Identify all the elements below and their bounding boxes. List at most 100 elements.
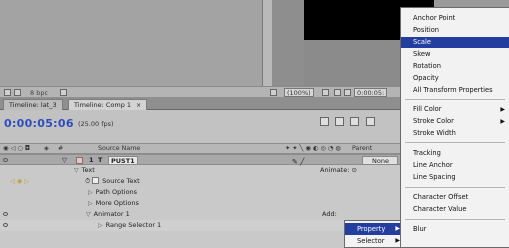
layer-column-header: ◉ ◁ ○ ◘ ◈ # Source Name ✦ ✦ ╲ ◉ ◐ ◎ ◔ ◍ …	[0, 143, 400, 154]
comp-mini-flowchart-icon[interactable]	[320, 117, 329, 126]
more-options-row[interactable]: ▷ More Options	[0, 198, 400, 209]
menu-separator	[405, 219, 505, 220]
layer-row[interactable]: ▽ 1 T PUST1 ✎ ╱ None	[0, 154, 400, 166]
layer-label-color[interactable]	[76, 157, 83, 164]
grid-icon[interactable]	[334, 89, 341, 96]
tab-timeline-comp1[interactable]: Timeline: Comp 1 ×	[68, 99, 148, 110]
expand-triangle-icon[interactable]: ▷	[88, 198, 93, 209]
more-options-label: More Options	[95, 199, 139, 207]
add-label[interactable]: Add:	[322, 210, 337, 218]
menu-item-label: Opacity	[413, 74, 439, 82]
expand-triangle-icon[interactable]: ▷	[98, 220, 103, 231]
menu-item-stroke-width[interactable]: Stroke Width	[401, 128, 509, 139]
monitor-icon[interactable]	[270, 89, 277, 96]
close-icon[interactable]: ×	[136, 102, 141, 109]
collapse-triangle-icon[interactable]: ▽	[86, 209, 91, 220]
menu-item-label: Skew	[413, 50, 431, 58]
menu-item-label: Property	[357, 225, 386, 233]
menu-item-label: Tracking	[413, 149, 441, 157]
av-features-icon[interactable]: ◉ ◁ ○ ◘	[3, 145, 30, 152]
menu-item-label: All Transform Properties	[413, 86, 493, 94]
zoom-chevron-icon[interactable]	[322, 89, 329, 96]
menu-item-property[interactable]: Property ▶	[345, 223, 403, 235]
viewer-left-panel	[0, 0, 263, 88]
number-column[interactable]: #	[58, 145, 63, 152]
tab-label: Timeline: Comp 1	[74, 101, 132, 109]
menu-item-opacity[interactable]: Opacity	[401, 73, 509, 84]
menu-item-scale[interactable]: Scale	[401, 37, 509, 48]
menu-item-skew[interactable]: Skew	[401, 49, 509, 60]
current-time-display[interactable]: 0:00:05:06	[4, 117, 74, 130]
selector-eye-icon[interactable]	[3, 223, 8, 227]
parent-value: None	[372, 157, 389, 165]
range-selector-label: Range Selector 1	[105, 221, 162, 229]
menu-item-label: Stroke Width	[413, 129, 456, 137]
switches-column-icon[interactable]: ✦ ✦ ╲ ◉ ◐ ◎ ◔ ◍	[285, 145, 341, 152]
submenu-arrow-icon: ▶	[500, 106, 505, 113]
menu-item-tracking[interactable]: Tracking	[401, 148, 509, 159]
path-options-row[interactable]: ▷ Path Options	[0, 187, 400, 198]
expand-triangle-icon[interactable]: ▷	[88, 187, 93, 198]
menu-item-label: Character Offset	[413, 193, 469, 201]
menu-item-selector[interactable]: Selector ▶	[345, 235, 403, 247]
parent-dropdown[interactable]: None	[362, 156, 398, 165]
menu-item-label: Line Spacing	[413, 173, 456, 181]
menu-item-stroke-color[interactable]: Stroke Color ▶	[401, 116, 509, 127]
menu-item-label: Scale	[413, 38, 431, 46]
menu-item-position[interactable]: Position	[401, 25, 509, 36]
snapshot-icon[interactable]	[4, 89, 11, 96]
label-column-icon[interactable]: ◈	[44, 145, 49, 152]
menu-item-label: Fill Color	[413, 105, 442, 113]
timeline-switches	[320, 117, 379, 128]
tab-timeline-lat3[interactable]: Timeline: lat_3	[3, 99, 63, 110]
property-menu: Anchor Point Position Scale Skew Rotatio…	[400, 7, 509, 248]
menu-item-all-transform[interactable]: All Transform Properties	[401, 85, 509, 96]
path-options-label: Path Options	[95, 188, 138, 196]
menu-item-label: Blur	[413, 225, 427, 233]
menu-item-label: Anchor Point	[413, 14, 456, 22]
menu-item-rotation[interactable]: Rotation	[401, 61, 509, 72]
menu-item-label: Selector	[357, 237, 385, 245]
draft-3d-icon[interactable]	[335, 117, 345, 126]
video-eye-icon[interactable]	[3, 158, 8, 162]
menu-item-line-spacing[interactable]: Line Spacing	[401, 172, 509, 183]
animate-label[interactable]: Animate:	[320, 166, 349, 174]
collapse-triangle-icon[interactable]: ▽	[74, 165, 79, 176]
range-selector-row[interactable]: ▷ Range Selector 1	[0, 220, 400, 231]
menu-item-character-value[interactable]: Character Value	[401, 204, 509, 215]
menu-item-label: Position	[413, 26, 440, 34]
frame-blending-icon[interactable]	[365, 117, 375, 126]
source-name-column[interactable]: Source Name	[98, 145, 140, 152]
text-group-label: Text	[81, 166, 95, 174]
viewer-pasteboard-lower	[304, 40, 404, 88]
menu-separator	[405, 99, 505, 100]
submenu-arrow-icon: ▶	[500, 118, 505, 125]
property-icon	[92, 177, 100, 184]
bit-depth-label[interactable]: 8 bpc	[30, 89, 48, 97]
animator-label: Animator 1	[93, 210, 130, 218]
viewer-timecode[interactable]: 0:00:05:	[354, 88, 388, 97]
viewer-pasteboard	[272, 0, 304, 88]
add-circle-icon[interactable]: ⊙	[352, 166, 357, 174]
menu-item-fill-color[interactable]: Fill Color ▶	[401, 104, 509, 115]
animator-eye-icon[interactable]	[3, 212, 8, 216]
mask-icon[interactable]	[344, 89, 351, 96]
viewer-scrollbar[interactable]	[262, 0, 272, 88]
stopwatch-icon[interactable]: ⏱	[85, 177, 90, 185]
zoom-dropdown[interactable]: (100%)	[284, 88, 314, 97]
text-group-row[interactable]: ▽ Text Animate: ⊙	[0, 165, 400, 176]
menu-item-label: Line Anchor	[413, 161, 453, 169]
menu-item-line-anchor[interactable]: Line Anchor	[401, 160, 509, 171]
source-text-row[interactable]: ◁ ◆ ▷ ⏱ Source Text	[0, 176, 400, 187]
frame-rate-label: (25.00 fps)	[78, 120, 114, 128]
menu-item-character-offset[interactable]: Character Offset	[401, 192, 509, 203]
trash-icon[interactable]	[60, 89, 67, 96]
shy-layers-icon[interactable]	[350, 117, 360, 126]
show-snapshot-icon[interactable]	[14, 89, 21, 96]
keyframe-navigator-icon[interactable]: ◁ ◆ ▷	[10, 176, 29, 187]
layer-name[interactable]: PUST1	[108, 156, 138, 165]
menu-item-blur[interactable]: Blur	[401, 224, 509, 235]
animator-row[interactable]: ▽ Animator 1 Add:	[0, 209, 400, 220]
menu-item-anchor-point[interactable]: Anchor Point	[401, 13, 509, 24]
parent-column[interactable]: Parent	[352, 145, 372, 152]
